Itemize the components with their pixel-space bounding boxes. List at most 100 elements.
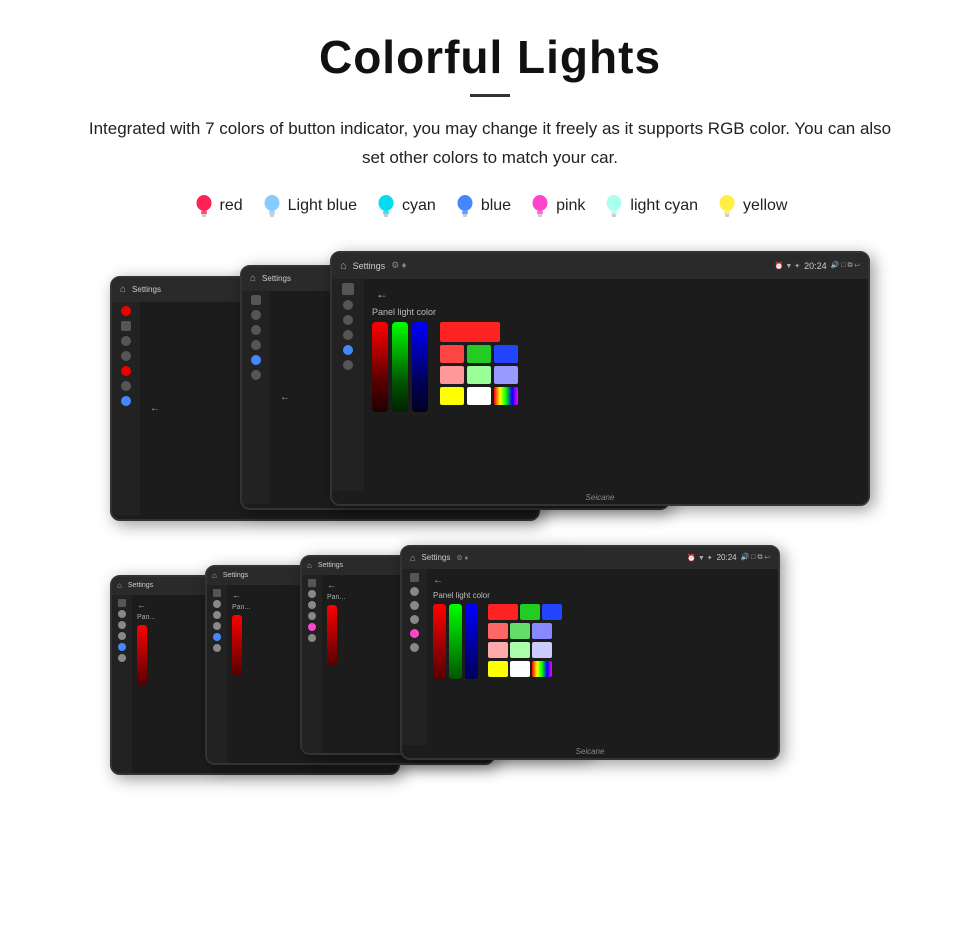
cell-red-wide [440,322,500,342]
sb-b1-1 [118,599,126,607]
color-label-lightblue: Light blue [288,197,357,215]
panel-light-content-3 [372,322,860,412]
bar-green [392,322,408,412]
color-label-cyan: cyan [402,197,436,215]
color-row-1 [440,322,518,342]
sidebar-item-5 [121,366,131,376]
topbar-title-b4: Settings [421,553,450,562]
sb-b1-5 [118,643,126,651]
sb-b3-3 [308,601,316,609]
sb-b4-1 [410,573,419,582]
cell-g2 [467,366,491,384]
sidebar-3-2 [343,300,353,310]
cgr-b4-2 [488,623,562,639]
cell-y [440,387,464,405]
cg-b4-w [510,661,530,677]
sb-b4-6 [410,643,419,652]
nav-back-1: ← [150,403,160,414]
bar-green-b4 [449,604,462,679]
cell-rainbow [494,387,518,405]
color-row-3 [440,366,518,384]
sb-b3-1 [308,579,316,587]
panel-label-large-b4: Panel light color [433,591,772,600]
color-grid-b4 [488,604,562,677]
color-item-lightblue: Light blue [261,193,357,219]
bars-b4 [433,604,478,679]
panel-light-label-3: Panel light color [372,307,860,317]
sidebar-3-6 [343,360,353,370]
color-label-blue: blue [481,197,511,215]
cg-b4-b2 [532,623,552,639]
watermark-1 [112,515,538,519]
cg-b4-g2 [510,623,530,639]
sb-b4-2 [410,587,419,596]
sb-b2-5 [213,633,221,641]
sidebar-item-2 [121,321,131,331]
screen-bot-4: ⌂ Settings ⚙ ♦ ⏰ ▼ ✦ 20:24 🔊 □ ⧉ ↩ [400,545,780,760]
color-item-yellow: yellow [716,193,787,219]
sb-b1-3 [118,621,126,629]
color-item-pink: pink [529,193,585,219]
sidebar-b3 [302,575,322,753]
cgr-b4-3 [488,642,562,658]
bar-blue-b4 [465,604,478,679]
panel-content-b4 [433,604,772,679]
color-label-pink: pink [556,197,585,215]
description-text: Integrated with 7 colors of button indic… [80,115,900,173]
sb-b2-2 [213,600,221,608]
bar-red-b3 [327,605,337,665]
topbar-3: ⌂ Settings ⚙ ♦ ⏰ ▼ ✦ 20:24 🔊 □ ⧉ ↩ [332,253,868,279]
sb-b3-6 [308,634,316,642]
sb-b1-6 [118,654,126,662]
title-section: Colorful Lights [40,30,940,97]
cell-r2 [440,366,464,384]
bulb-icon-lightcyan [603,193,625,219]
bar-red-b1 [137,625,147,685]
screen-top-3: ⌂ Settings ⚙ ♦ ⏰ ▼ ✦ 20:24 🔊 □ ⧉ ↩ [330,251,870,506]
cg-b4-r2 [488,623,508,639]
sb-b2-6 [213,644,221,652]
topbar-time-b4: 20:24 [717,553,737,562]
sb-b2-3 [213,611,221,619]
bulb-icon-blue [454,193,476,219]
color-item-blue: blue [454,193,511,219]
panel-light-b4: Panel light color [433,591,772,679]
nav-back-b4: ← [433,575,772,586]
sb-b4-5 [410,629,419,638]
top-screens-row: ⌂ Settings ⚙♦ [110,251,870,521]
sidebar-1 [112,302,140,515]
bulb-icon-cyan [375,193,397,219]
main-b4: ← Panel light color [427,569,778,745]
sidebar-3 [332,279,364,491]
sidebar-item-2-2 [251,310,261,320]
bulb-icon-yellow [716,193,738,219]
bulb-icon-lightblue [261,193,283,219]
topbar-time-3: 20:24 [804,261,827,271]
color-item-red: red [193,193,243,219]
sidebar-b4 [402,569,427,745]
bar-red-b4 [433,604,446,679]
color-label-lightcyan: light cyan [630,197,698,215]
nav-back-3: ← [376,287,388,301]
sb-b3-4 [308,612,316,620]
bottom-screens-row: ⌂ Settings [110,545,870,805]
watermark-3: Seicane [332,491,868,504]
cell-w [467,387,491,405]
sb-b2-4 [213,622,221,630]
sidebar-3-3 [343,315,353,325]
color-label-yellow: yellow [743,197,787,215]
bar-red-b2 [232,615,242,675]
topbar-title-b3: Settings [318,562,343,569]
cg-b4-y [488,661,508,677]
color-label-red: red [220,197,243,215]
sidebar-item-2-4 [251,340,261,350]
sidebar-item-1 [121,306,131,316]
sidebar-3-5 [343,345,353,355]
sidebar-item-6 [121,381,131,391]
topbar-title-b1: Settings [128,582,153,589]
topbar-title-3: Settings [353,261,386,271]
cell-b1 [494,345,518,363]
devices-section: ⌂ Settings ⚙♦ [40,251,940,805]
watermark-b4: Seicane [402,745,778,758]
cg-b4-g3 [510,642,530,658]
